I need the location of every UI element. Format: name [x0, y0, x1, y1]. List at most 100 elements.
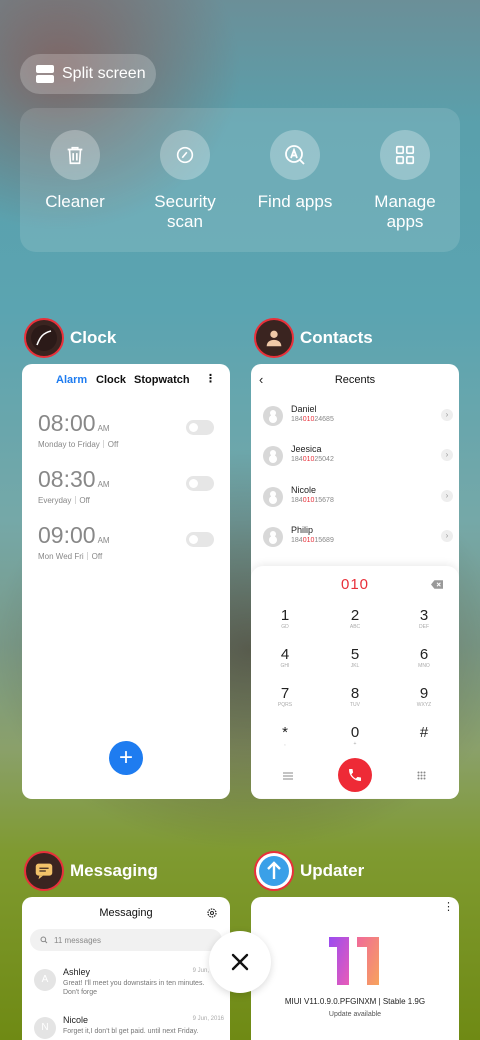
thread-name: Ashley	[63, 967, 91, 977]
contacts-app-card[interactable]: ‹ Recents Daniel 18401024685 › Jeesica 1…	[251, 364, 459, 799]
split-screen-label: Split screen	[62, 65, 146, 82]
dial-entry: 010	[340, 576, 370, 593]
updater-app-title: Updater	[300, 861, 365, 880]
alarm-row[interactable]: 09:00 AM Mon Wed Fri｜Off	[38, 522, 214, 562]
updater-app-header: Updater	[254, 851, 364, 891]
dial-key[interactable]: 9 WXYZ	[404, 686, 444, 709]
quick-tools-panel: Cleaner Security scan Find apps Manage app…	[20, 108, 460, 252]
dial-key[interactable]: 1 GD	[265, 608, 305, 631]
alarm-toggle[interactable]	[186, 532, 214, 547]
security-scan-label: Security scan	[154, 192, 216, 231]
contact-row[interactable]: Philip 18401015689 ›	[263, 523, 453, 553]
clock-app-header: Clock	[24, 318, 116, 358]
alarm-repeat: Monday to Friday｜Off	[38, 440, 119, 449]
alarm-repeat: Mon Wed Fri｜Off	[38, 552, 103, 561]
cleaner-label: Cleaner	[45, 192, 105, 211]
updater-app-card[interactable]: ⋮ MIUI V11.0.9.0.PFGINXM | Stable 1.9G U…	[251, 897, 459, 1040]
thread-date: 9 Jun, 2016	[192, 1016, 224, 1022]
find-apps-button[interactable]: Find apps	[240, 130, 350, 212]
tab-stopwatch[interactable]: Stopwatch	[134, 374, 190, 386]
alarm-time: 08:00	[38, 410, 96, 436]
cleaner-button[interactable]: Cleaner	[20, 130, 130, 212]
manage-apps-button[interactable]: Manage apps	[350, 130, 460, 232]
dial-key[interactable]: 4 GHI	[265, 647, 305, 670]
grid-icon	[395, 145, 415, 165]
clock-app-icon[interactable]	[24, 318, 64, 358]
clock-app-card[interactable]: Alarm Clock Stopwatch ⋮ 08:00 AM Monday t…	[22, 364, 230, 799]
security-scan-button[interactable]: Security scan	[130, 130, 240, 232]
dial-key[interactable]: 3 DEF	[404, 608, 444, 631]
recents-title: Recents	[334, 374, 376, 386]
close-icon	[231, 953, 249, 971]
dial-key[interactable]: 7 PQRS	[265, 686, 305, 709]
tab-alarm[interactable]: Alarm	[56, 374, 87, 386]
chevron-right-icon[interactable]: ›	[441, 409, 453, 421]
contact-number: 18401015689	[291, 537, 334, 544]
contacts-app-icon[interactable]	[254, 318, 294, 358]
backspace-icon[interactable]	[431, 580, 443, 589]
contact-number: 18401024685	[291, 416, 334, 423]
find-apps-label: Find apps	[257, 192, 333, 211]
updater-app-icon[interactable]	[254, 851, 294, 891]
messaging-app-icon[interactable]	[24, 851, 64, 891]
alarm-time: 08:30	[38, 466, 96, 492]
call-button[interactable]	[338, 758, 372, 792]
alarm-row[interactable]: 08:30 AM Everyday｜Off	[38, 466, 214, 506]
keypad-icon[interactable]	[417, 771, 426, 780]
thread-preview: Forget it,I don't bl get paid. until nex…	[63, 1028, 199, 1035]
contact-row[interactable]: Jeesica 18401025042 ›	[263, 442, 453, 472]
alarm-toggle[interactable]	[186, 476, 214, 491]
dial-key[interactable]: 2 ABC	[335, 608, 375, 631]
contact-row[interactable]: Nicole 18401015678 ›	[263, 483, 453, 513]
search-input[interactable]: 11 messages	[30, 929, 222, 951]
avatar	[263, 446, 283, 466]
thread-preview: Great! I'll meet you downstairs in ten m…	[63, 980, 205, 996]
tab-clock[interactable]: Clock	[96, 374, 126, 386]
split-screen-icon	[36, 65, 54, 83]
alarm-row[interactable]: 08:00 AM Monday to Friday｜Off	[38, 410, 214, 450]
split-screen-button[interactable]: Split screen	[20, 54, 156, 94]
dial-key[interactable]: 8 TUV	[335, 686, 375, 709]
chevron-right-icon[interactable]: ›	[441, 490, 453, 502]
dial-key[interactable]: 6 MNO	[404, 647, 444, 670]
chevron-right-icon[interactable]: ›	[441, 530, 453, 542]
chevron-right-icon[interactable]: ›	[441, 449, 453, 461]
messaging-app-title: Messaging	[70, 861, 158, 880]
more-menu-icon[interactable]: ⋮	[205, 372, 216, 385]
menu-icon[interactable]	[283, 772, 293, 780]
miui-11-logo	[329, 937, 379, 985]
contacts-app-title: Contacts	[300, 328, 373, 347]
search-icon	[40, 936, 48, 944]
messaging-app-card[interactable]: Messaging 11 messages A Ashley 9 Jun, 20…	[22, 897, 230, 1040]
avatar: A	[34, 969, 56, 991]
alarm-ampm: AM	[97, 536, 110, 545]
alarm-repeat: Everyday｜Off	[38, 496, 90, 505]
avatar: N	[34, 1017, 56, 1039]
trash-icon	[67, 146, 83, 165]
dialpad: 010 1 GD 2 ABC 3 DEF 4 GHI 5 JKL 6 MNO 7 PQRS 8…	[251, 566, 459, 798]
contact-number: 18401025042	[291, 456, 334, 463]
dial-key[interactable]: 0 +	[335, 725, 375, 748]
alarm-time: 09:00	[38, 522, 96, 548]
clock-app-title: Clock	[70, 328, 117, 347]
avatar	[263, 406, 283, 426]
miui-version: MIUI V11.0.9.0.PFGINXM | Stable 1.9G	[284, 997, 426, 1006]
more-menu-icon[interactable]: ⋮	[443, 902, 454, 913]
settings-icon[interactable]	[206, 907, 218, 919]
dial-key[interactable]: 5 JKL	[335, 647, 375, 670]
contacts-app-header: Contacts	[254, 318, 373, 358]
contact-number: 18401015678	[291, 497, 334, 504]
update-status: Update available	[328, 1011, 382, 1018]
alarm-toggle[interactable]	[186, 420, 214, 435]
contact-row[interactable]: Daniel 18401024685 ›	[263, 402, 453, 432]
manage-apps-label: Manage apps	[374, 192, 436, 231]
add-alarm-button[interactable]: +	[109, 741, 143, 775]
phone-icon	[349, 769, 361, 781]
dial-key[interactable]: *,	[265, 725, 305, 748]
clear-all-button[interactable]	[209, 931, 271, 993]
messaging-title: Messaging	[99, 907, 153, 919]
search-placeholder: 11 messages	[54, 935, 101, 945]
dial-key[interactable]: #	[404, 725, 444, 741]
avatar	[263, 527, 283, 547]
contact-name: Jeesica	[291, 444, 322, 454]
